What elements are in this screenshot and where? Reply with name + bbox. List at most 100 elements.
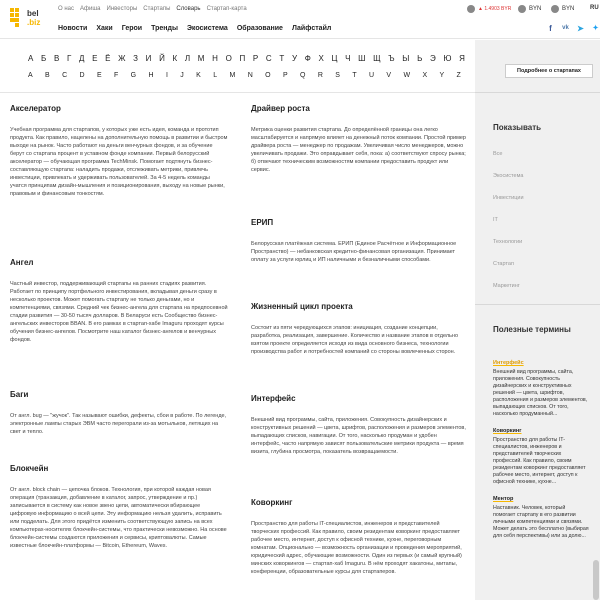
term-title[interactable]: Блокчейн	[10, 464, 228, 473]
cyr-letter[interactable]: Я	[459, 54, 465, 63]
cyr-letter[interactable]: И	[146, 54, 152, 63]
lat-letter[interactable]: K	[196, 72, 201, 79]
cyr-letter[interactable]: Г	[67, 54, 71, 63]
topnav-startup-map[interactable]: Стартап-карта	[207, 6, 247, 12]
cyr-letter[interactable]: У	[292, 54, 297, 63]
cyr-letter[interactable]: Н	[212, 54, 218, 63]
cyr-letter[interactable]: М	[198, 54, 205, 63]
cyr-letter[interactable]: Ч	[345, 54, 350, 63]
topnav-startups[interactable]: Стартапы	[143, 6, 170, 12]
lat-letter[interactable]: Q	[300, 72, 305, 79]
cyr-letter[interactable]: О	[226, 54, 232, 63]
lat-letter[interactable]: I	[166, 72, 168, 79]
topnav-about[interactable]: О нас	[58, 6, 74, 12]
cyr-letter[interactable]: А	[28, 54, 33, 63]
cyr-letter[interactable]: Ю	[443, 54, 451, 63]
nav-news[interactable]: Новости	[58, 25, 87, 32]
nav-hacks[interactable]: Хаки	[96, 25, 112, 32]
cyr-letter[interactable]: Э	[430, 54, 436, 63]
lat-letter[interactable]: U	[369, 72, 374, 79]
lat-letter[interactable]: Y	[439, 72, 444, 79]
vk-icon[interactable]: vk	[561, 24, 570, 33]
lat-letter[interactable]: B	[45, 72, 50, 79]
lat-letter[interactable]: H	[149, 72, 154, 79]
cyr-letter[interactable]: Ъ	[388, 54, 394, 63]
filter-marketing[interactable]: Маркетинг	[493, 282, 524, 304]
cyr-letter[interactable]: Й	[159, 54, 165, 63]
lat-letter[interactable]: Z	[457, 72, 461, 79]
nav-education[interactable]: Образование	[237, 25, 283, 32]
sidebar-scrollbar[interactable]	[593, 560, 599, 600]
lat-letter[interactable]: P	[283, 72, 288, 79]
nav-lifestyle[interactable]: Лайфстайл	[292, 25, 331, 32]
topnav-dictionary[interactable]: Словарь	[176, 6, 200, 12]
cyr-letter[interactable]: Ё	[105, 54, 110, 63]
lat-letter[interactable]: R	[318, 72, 323, 79]
topnav-afisha[interactable]: Афиша	[80, 6, 101, 12]
nav-trends[interactable]: Тренды	[151, 25, 178, 32]
lat-letter[interactable]: J	[180, 72, 184, 79]
cyr-letter[interactable]: Б	[41, 54, 46, 63]
filter-startup[interactable]: Стартап	[493, 260, 524, 282]
lat-letter[interactable]: C	[62, 72, 67, 79]
cyr-letter[interactable]: В	[54, 54, 59, 63]
lat-letter[interactable]: D	[80, 72, 85, 79]
term-title[interactable]: Жизненный цикл проекта	[251, 302, 467, 311]
facebook-icon[interactable]: f	[546, 24, 555, 33]
cyr-letter[interactable]: К	[173, 54, 178, 63]
lat-letter[interactable]: M	[229, 72, 235, 79]
filter-ecosystem[interactable]: Экосистема	[493, 172, 524, 194]
lat-letter[interactable]: S	[335, 72, 340, 79]
site-logo[interactable]: bel .biz	[10, 8, 46, 30]
twitter-icon[interactable]: ✦	[591, 24, 600, 33]
cyr-letter[interactable]: Л	[185, 54, 190, 63]
term-title[interactable]: Коворкинг	[251, 498, 467, 507]
filter-technology[interactable]: Технологии	[493, 238, 524, 260]
language-switch[interactable]: RU	[590, 5, 599, 11]
lat-letter[interactable]: W	[403, 72, 410, 79]
lat-letter[interactable]: X	[422, 72, 427, 79]
lat-letter[interactable]: G	[131, 72, 136, 79]
cyr-letter[interactable]: Д	[79, 54, 84, 63]
telegram-icon[interactable]: ➤	[576, 24, 585, 33]
cyr-letter[interactable]: Щ	[373, 54, 381, 63]
filter-investments[interactable]: Инвестиции	[493, 194, 524, 216]
term-title[interactable]: Ангел	[10, 258, 228, 267]
useful-term-name[interactable]: Коворкинг	[493, 428, 589, 434]
cyr-letter[interactable]: С	[266, 54, 272, 63]
term-title[interactable]: Баги	[10, 390, 228, 399]
lat-letter[interactable]: N	[248, 72, 253, 79]
lat-letter[interactable]: O	[265, 72, 270, 79]
term-title[interactable]: ЕРИП	[251, 218, 467, 227]
useful-term-name[interactable]: Интерфейс	[493, 360, 589, 366]
cyr-letter[interactable]: Т	[279, 54, 284, 63]
nav-heroes[interactable]: Герои	[122, 25, 142, 32]
topnav-investors[interactable]: Инвесторы	[107, 6, 138, 12]
nav-ecosystem[interactable]: Экосистема	[187, 25, 228, 32]
lat-letter[interactable]: L	[213, 72, 217, 79]
cyr-letter[interactable]: Ж	[118, 54, 125, 63]
cyr-letter[interactable]: Ц	[331, 54, 337, 63]
lat-letter[interactable]: E	[97, 72, 102, 79]
filter-it[interactable]: IT	[493, 216, 524, 238]
cyr-letter[interactable]: З	[133, 54, 138, 63]
useful-term-name[interactable]: Ментор	[493, 496, 589, 502]
lat-letter[interactable]: F	[114, 72, 118, 79]
lat-letter[interactable]: V	[386, 72, 391, 79]
cyr-letter[interactable]: Е	[92, 54, 97, 63]
term-title[interactable]: Драйвер роста	[251, 104, 467, 113]
cyr-letter[interactable]: Р	[253, 54, 258, 63]
term-title[interactable]: Интерфейс	[251, 394, 467, 403]
cyr-letter[interactable]: Ы	[402, 54, 409, 63]
cyr-letter[interactable]: Ф	[305, 54, 311, 63]
term-text: Метрика оценки развития стартапа. До опр…	[251, 127, 466, 173]
promo-button[interactable]: Подробнее о стартапах	[505, 64, 593, 78]
lat-letter[interactable]: A	[28, 72, 33, 79]
cyr-letter[interactable]: Ь	[417, 54, 422, 63]
cyr-letter[interactable]: Х	[318, 54, 323, 63]
term-title[interactable]: Акселератор	[10, 104, 228, 113]
filter-all[interactable]: Все	[493, 150, 524, 172]
cyr-letter[interactable]: Ш	[358, 54, 365, 63]
cyr-letter[interactable]: П	[239, 54, 245, 63]
lat-letter[interactable]: T	[352, 72, 356, 79]
